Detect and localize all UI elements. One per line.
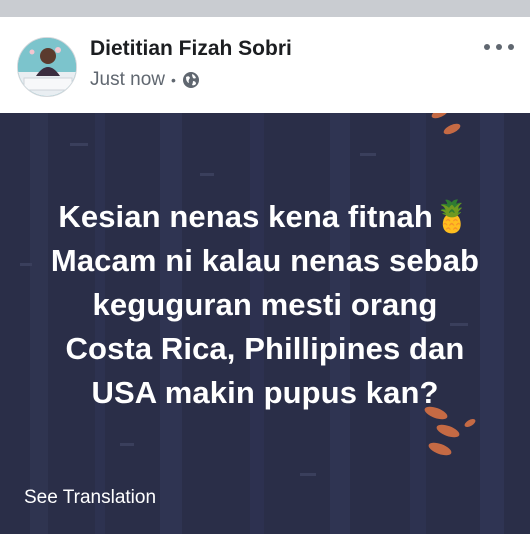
avatar[interactable]	[17, 37, 77, 97]
see-translation-link[interactable]: See Translation	[24, 487, 156, 509]
globe-icon[interactable]	[182, 71, 200, 89]
meta-separator: •	[170, 72, 176, 88]
timestamp[interactable]: Just now	[90, 69, 165, 91]
post-text-line: Kesian nenas kena fitnah🍍	[58, 199, 472, 234]
more-options-icon[interactable]	[484, 39, 514, 55]
post-meta: Just now •	[90, 69, 200, 91]
author-name[interactable]: Dietitian Fizah Sobri	[90, 37, 292, 61]
post-text: Kesian nenas kena fitnah🍍 Macam ni kalau…	[20, 195, 510, 415]
post-text-line: keguguran mesti orang	[92, 287, 438, 322]
post-text-line: Costa Rica, Phillipines dan	[65, 331, 465, 366]
post-text-line: Macam ni kalau nenas sebab	[50, 243, 480, 278]
post-background: Kesian nenas kena fitnah🍍 Macam ni kalau…	[0, 113, 530, 534]
top-strip	[0, 0, 530, 17]
avatar-image	[18, 38, 76, 96]
post-text-line: USA makin pupus kan?	[91, 375, 439, 410]
post-header: Dietitian Fizah Sobri Just now •	[0, 17, 530, 113]
